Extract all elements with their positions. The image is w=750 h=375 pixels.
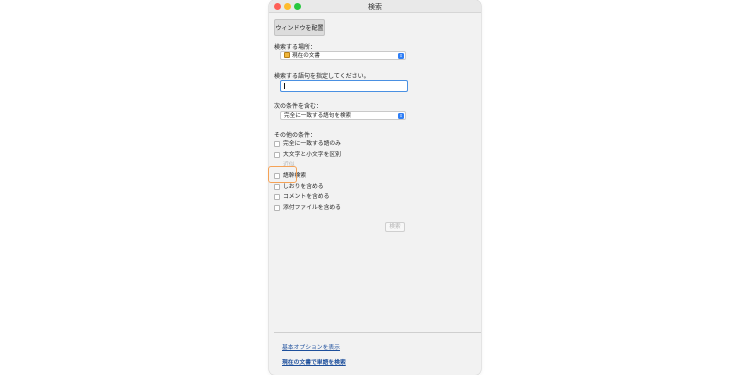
window-title: 検索 xyxy=(368,3,382,11)
find-in-document-link[interactable]: 現在の文書で単語を検索 xyxy=(282,357,346,366)
highlight-box xyxy=(268,166,297,183)
checkbox[interactable] xyxy=(274,184,280,190)
option-label: コメントを含める xyxy=(283,194,330,200)
checkbox[interactable] xyxy=(274,141,280,147)
location-value: 現在の文書 xyxy=(292,53,320,59)
option-label: 完全に一致する語のみ xyxy=(283,141,341,147)
location-select[interactable]: 現在の文書 ⇕ xyxy=(280,51,406,60)
search-button[interactable]: 検索 xyxy=(385,222,405,232)
option-label: 添付ファイルを含める xyxy=(283,205,341,211)
condition-label: 次の条件を含む： xyxy=(274,103,323,110)
query-label: 検索する語句を指定してください。 xyxy=(274,73,370,80)
checkbox[interactable] xyxy=(274,205,280,211)
checkbox[interactable] xyxy=(274,152,280,158)
basic-options-link[interactable]: 基本オプションを表示 xyxy=(282,342,340,351)
option-label: 大文字と小文字を区別 xyxy=(283,152,341,158)
arrange-window-button[interactable]: ウィンドウを配置 xyxy=(274,19,325,36)
chevron-updown-icon: ⇕ xyxy=(398,113,404,119)
location-label: 検索する場所： xyxy=(274,44,317,51)
title-bar: 検索 xyxy=(269,0,481,13)
condition-value: 完全に一致する語句を検索 xyxy=(284,113,352,119)
document-icon xyxy=(284,52,290,58)
search-term-input[interactable] xyxy=(280,80,408,92)
options-label: その他の条件： xyxy=(274,132,317,139)
chevron-updown-icon: ⇕ xyxy=(398,53,404,59)
search-window: 検索 ウィンドウを配置 検索する場所： 現在の文書 ⇕ 検索する語句を指定してく… xyxy=(269,0,481,375)
checkbox[interactable] xyxy=(274,194,280,200)
divider xyxy=(274,332,481,333)
option-label: しおりを含める xyxy=(283,184,324,190)
text-caret xyxy=(284,83,285,89)
condition-select[interactable]: 完全に一致する語句を検索 ⇕ xyxy=(280,111,406,120)
